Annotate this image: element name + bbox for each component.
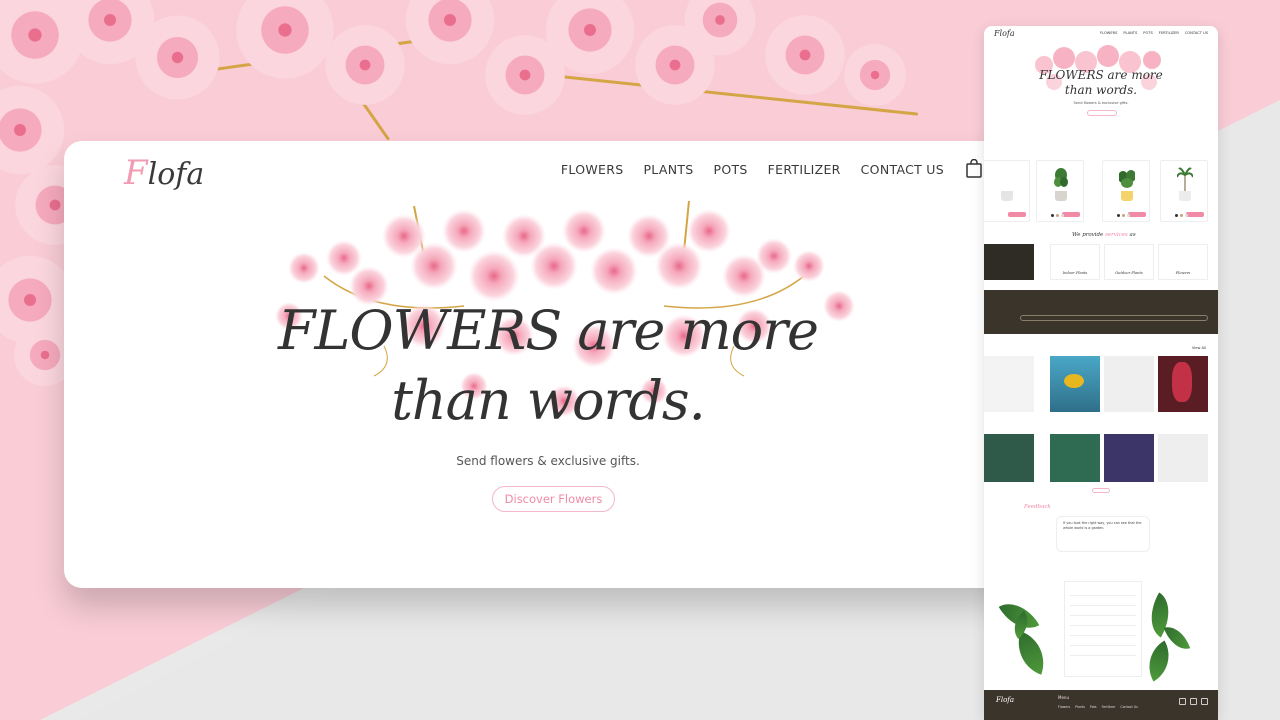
preview-photo — [984, 434, 1034, 482]
preview-nav-item: POTS — [1143, 31, 1153, 35]
preview-footer: Flofa Menu Flowers Plants Pots Fertilize… — [984, 690, 1218, 720]
preview-photo — [1050, 434, 1100, 482]
preview-hero-title: FLOWERS are more than words. — [1039, 68, 1163, 97]
nav-contact-us[interactable]: CONTACT US — [861, 162, 944, 177]
main-nav: FLOWERS PLANTS POTS FERTILIZER CONTACT U… — [561, 162, 944, 177]
preview-nav-item: PLANTS — [1123, 31, 1138, 35]
preview-nav-item: FLOWERS — [1100, 31, 1118, 35]
preview-services-heading: We provide services as — [1072, 232, 1136, 238]
preview-footer-links: Flowers Plants Pots Fertilizer Contact U… — [1058, 705, 1138, 709]
preview-product-card — [984, 160, 1030, 222]
preview-search-bar — [1020, 315, 1208, 321]
preview-service-card: Indoor Plants — [1050, 244, 1100, 280]
hero-card: Flofa FLOWERS PLANTS POTS FERTILIZER CON… — [64, 141, 1032, 588]
preview-view-all-link: View All — [1191, 346, 1206, 350]
nav-flowers[interactable]: FLOWERS — [561, 162, 624, 177]
preview-photo — [1158, 434, 1208, 482]
nav-plants[interactable]: PLANTS — [643, 162, 693, 177]
preview-nav: FLOWERS PLANTS POTS FERTILIZER CONTACT U… — [1100, 31, 1208, 35]
hero-title-line-2: than words. — [391, 369, 706, 432]
preview-photo — [1158, 356, 1208, 412]
preview-logo: Flofa — [994, 29, 1015, 38]
preview-photo — [1104, 356, 1154, 412]
preview-nav-item: FERTILIZER — [1158, 31, 1179, 35]
preview-footer-menu-label: Menu — [1058, 695, 1069, 700]
preview-service-card: Outdoor Plants — [1104, 244, 1154, 280]
preview-footer-logo: Flofa — [996, 696, 1015, 704]
hero-title-line-1: FLOWERS are more — [278, 299, 819, 362]
preview-feedback-label: Feedback — [1024, 504, 1051, 510]
preview-product-card — [1036, 160, 1084, 222]
preview-photo — [984, 356, 1034, 412]
twitter-icon — [1201, 698, 1208, 705]
preview-hero-subtitle: Send flowers & exclusive gifts. — [1073, 101, 1129, 105]
preview-quote: If you look the right way, you can see t… — [1056, 516, 1150, 552]
instagram-icon — [1190, 698, 1197, 705]
preview-contact-form — [1064, 581, 1142, 677]
discover-flowers-button[interactable]: Discover Flowers — [492, 486, 615, 512]
facebook-icon — [1179, 698, 1186, 705]
preview-product-card — [1102, 160, 1150, 222]
preview-service-card: Flowers — [1158, 244, 1208, 280]
preview-photo — [1104, 434, 1154, 482]
logo[interactable]: Flofa — [124, 153, 204, 193]
nav-pots[interactable]: POTS — [714, 162, 748, 177]
preview-nav-item: CONTACT US — [1184, 31, 1208, 35]
hero-subtitle: Send flowers & exclusive gifts. — [456, 454, 640, 468]
preview-view-more-button — [1092, 488, 1110, 493]
full-page-preview: Flofa FLOWERS PLANTS POTS FERTILIZER CON… — [984, 26, 1218, 720]
preview-dark-band — [984, 290, 1218, 334]
preview-service-card — [984, 244, 1034, 280]
shopping-bag-icon[interactable] — [966, 159, 982, 178]
preview-hero-button — [1087, 110, 1117, 116]
preview-photo — [1050, 356, 1100, 412]
nav-fertilizer[interactable]: FERTILIZER — [768, 162, 841, 177]
preview-product-card — [1160, 160, 1208, 222]
preview-social-icons — [1179, 698, 1208, 705]
